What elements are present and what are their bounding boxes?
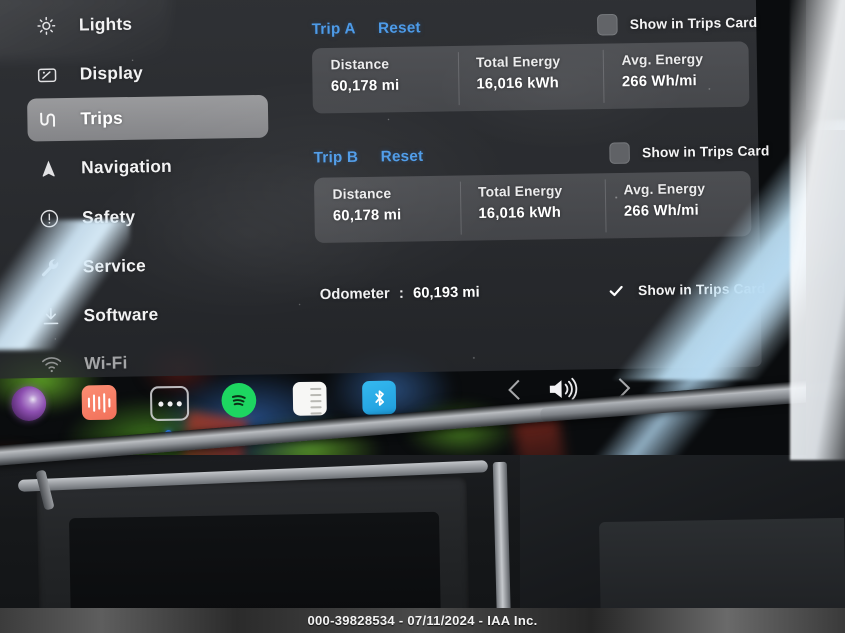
trip-a-avg-energy: Avg. Energy 266 Wh/mi xyxy=(603,41,750,109)
odometer-show-in-trips-card-row[interactable]: Show in Trips Card xyxy=(605,278,766,302)
stat-key: Avg. Energy xyxy=(621,51,704,68)
trip-b-header: Trip B Reset xyxy=(313,148,423,167)
trip-b-show-in-trips-card-checkbox[interactable] xyxy=(609,142,630,164)
stat-value: 266 Wh/mi xyxy=(621,72,697,91)
sidebar-item-navigation[interactable]: Navigation xyxy=(28,144,269,191)
trip-b-show-in-trips-card-label: Show in Trips Card xyxy=(641,143,770,161)
sidebar-item-safety[interactable]: Safety xyxy=(29,194,270,241)
winding-road-icon xyxy=(35,107,60,132)
settings-sidebar: Lights Display Trips Navigation Safety S… xyxy=(0,0,297,379)
auction-watermark-bar: 000-39828534 - 07/11/2024 - IAA Inc. xyxy=(0,608,845,633)
sun-icon xyxy=(34,13,59,38)
sidebar-item-service[interactable]: Service xyxy=(29,243,270,290)
notes-icon[interactable] xyxy=(292,381,327,416)
navigation-arrow-icon xyxy=(36,156,61,181)
stat-value: 60,178 mi xyxy=(332,207,402,225)
stat-key: Total Energy xyxy=(475,53,561,71)
sidebar-item-trips[interactable]: Trips xyxy=(27,94,269,142)
odometer-value: 60,193 mi xyxy=(412,284,480,302)
trip-a-show-in-trips-card-checkbox[interactable] xyxy=(597,13,618,36)
dashboard-photo: Lights Display Trips Navigation Safety S… xyxy=(0,0,845,633)
sidebar-item-label: Trips xyxy=(80,108,124,129)
sidebar-item-label: Wi-Fi xyxy=(84,353,128,374)
auction-watermark-text: 000-39828534 - 07/11/2024 - IAA Inc. xyxy=(307,613,538,628)
trip-a-show-in-trips-card-row[interactable]: Show in Trips Card xyxy=(597,12,757,36)
stat-value: 60,178 mi xyxy=(330,77,400,95)
trip-b-distance: Distance 60,178 mi xyxy=(314,175,461,243)
sidebar-item-label: Safety xyxy=(81,207,136,228)
trip-a-reset-button[interactable]: Reset xyxy=(378,19,421,37)
trip-a-distance: Distance 60,178 mi xyxy=(312,46,459,114)
sidebar-item-label: Display xyxy=(79,63,143,84)
trip-b-show-in-trips-card-row[interactable]: Show in Trips Card xyxy=(609,140,770,164)
sidebar-item-software[interactable]: Software xyxy=(30,292,271,339)
trip-a-header: Trip A Reset xyxy=(311,19,420,38)
stat-key: Distance xyxy=(330,56,390,73)
wrench-icon xyxy=(38,255,63,280)
sidebar-item-label: Navigation xyxy=(81,156,173,178)
tesla-touchscreen: Lights Display Trips Navigation Safety S… xyxy=(0,0,845,453)
download-icon xyxy=(38,304,63,329)
window-glare xyxy=(790,0,845,460)
previous-track-icon[interactable] xyxy=(508,379,529,400)
exclamation-circle-icon xyxy=(37,206,62,231)
wifi-icon xyxy=(39,352,64,377)
odometer-separator: : xyxy=(398,285,404,302)
audio-waveform-icon[interactable] xyxy=(81,384,117,421)
trip-a-title: Trip A xyxy=(311,20,356,39)
sidebar-item-display[interactable]: Display xyxy=(26,50,267,97)
odometer-label: Odometer xyxy=(319,285,390,304)
odometer-show-in-trips-card-checkbox[interactable] xyxy=(605,280,626,302)
spotify-icon[interactable] xyxy=(221,382,257,418)
trip-a-total-energy: Total Energy 16,016 kWh xyxy=(457,44,604,112)
odometer-show-in-trips-card-label: Show in Trips Card xyxy=(637,280,766,299)
trip-b-reset-button[interactable]: Reset xyxy=(381,148,424,166)
more-apps-icon[interactable] xyxy=(149,385,190,422)
sidebar-item-lights[interactable]: Lights xyxy=(26,1,267,48)
stat-key: Distance xyxy=(332,185,392,202)
stat-key: Avg. Energy xyxy=(623,180,706,198)
camera-lens-icon[interactable] xyxy=(11,386,47,422)
trip-a-show-in-trips-card-label: Show in Trips Card xyxy=(629,14,758,33)
stat-value: 16,016 kWh xyxy=(478,204,562,223)
trip-b-stats-card: Distance 60,178 mi Total Energy 16,016 k… xyxy=(313,170,752,244)
trip-b-total-energy: Total Energy 16,016 kWh xyxy=(459,173,606,241)
trip-b-title: Trip B xyxy=(313,148,359,167)
stat-value: 266 Wh/mi xyxy=(623,202,700,220)
trips-content: Trip A Reset Show in Trips Card Distance… xyxy=(295,0,770,374)
sidebar-item-label: Lights xyxy=(78,14,133,35)
odometer-row: Odometer : 60,193 mi xyxy=(320,284,480,303)
display-icon xyxy=(35,62,60,87)
stat-key: Total Energy xyxy=(477,183,563,200)
trip-a-stats-card: Distance 60,178 mi Total Energy 16,016 k… xyxy=(311,41,750,114)
trip-b-avg-energy: Avg. Energy 266 Wh/mi xyxy=(605,171,752,239)
bluetooth-icon[interactable] xyxy=(362,380,397,415)
checkmark-icon xyxy=(609,285,623,297)
settings-panel: Lights Display Trips Navigation Safety S… xyxy=(0,0,770,379)
sidebar-item-label: Service xyxy=(82,255,147,277)
sidebar-item-label: Software xyxy=(83,304,159,326)
stat-value: 16,016 kWh xyxy=(476,74,560,93)
